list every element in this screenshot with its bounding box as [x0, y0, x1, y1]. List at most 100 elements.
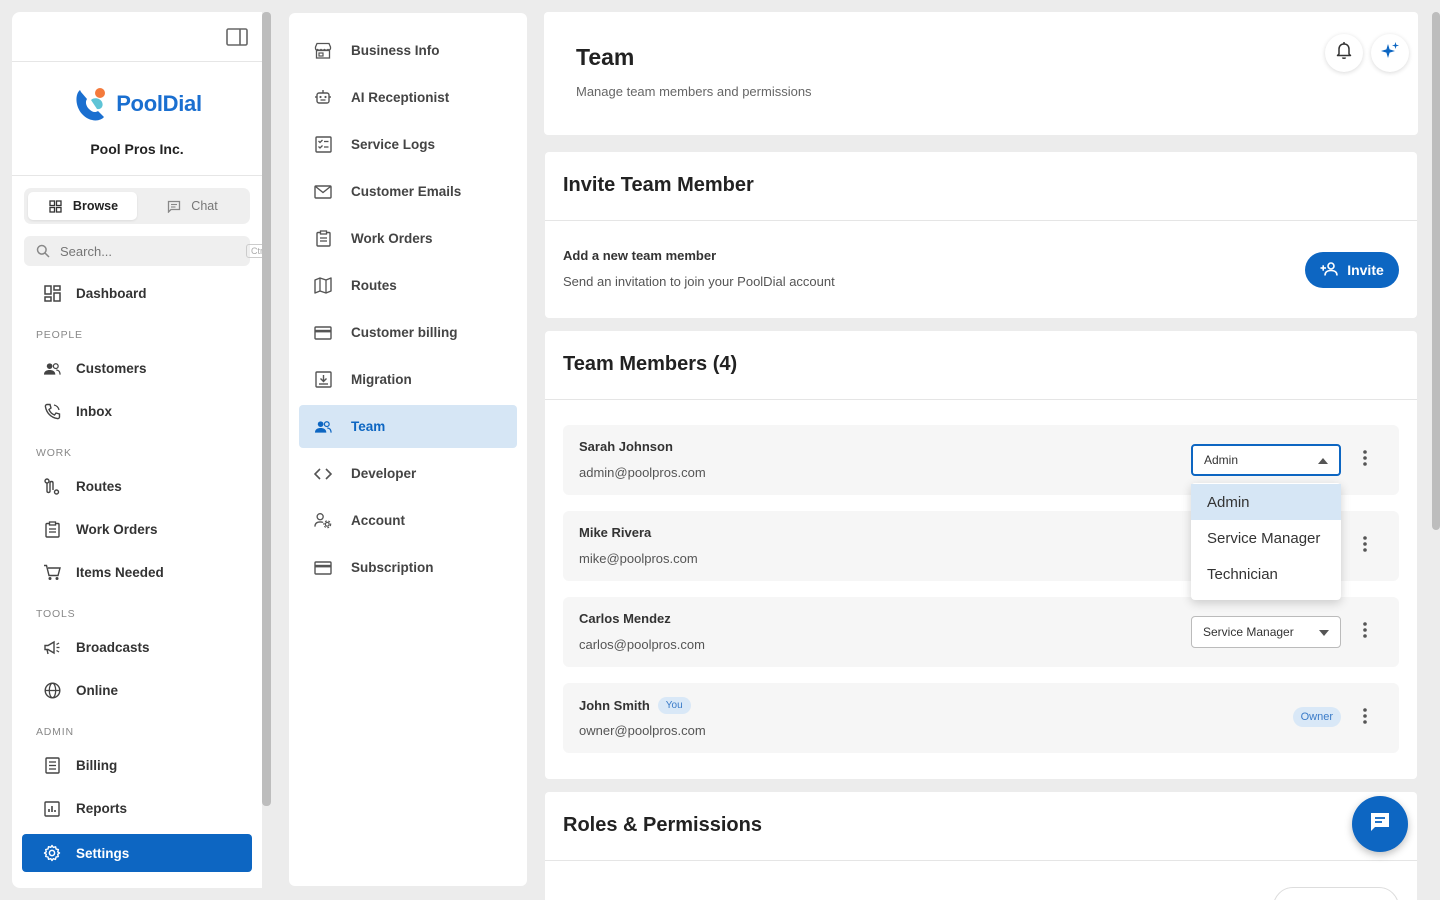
- settings-item-label: Migration: [351, 372, 412, 387]
- search-bar: Ctrl+K: [24, 236, 262, 266]
- settings-item-label: Account: [351, 513, 405, 528]
- more-options-button[interactable]: [1355, 707, 1375, 729]
- sidebar-item-customers[interactable]: Customers: [12, 347, 262, 390]
- invite-card: Invite Team Member Add a new team member…: [545, 152, 1417, 318]
- role-option-admin[interactable]: Admin: [1191, 484, 1341, 520]
- ai-assistant-button[interactable]: [1371, 34, 1409, 72]
- kebab-icon: [1363, 707, 1367, 729]
- notifications-button[interactable]: [1325, 34, 1363, 72]
- megaphone-icon: [43, 639, 61, 657]
- settings-item-team[interactable]: Team: [299, 405, 517, 448]
- settings-nav: Business Info AI Receptionist Service Lo…: [289, 13, 527, 886]
- chat-fab-button[interactable]: [1352, 796, 1408, 852]
- kebab-icon: [1363, 449, 1367, 471]
- route-icon: [43, 478, 61, 496]
- you-badge: You: [657, 697, 691, 714]
- code-icon: [314, 465, 332, 483]
- settings-item-label: Service Logs: [351, 137, 436, 152]
- chat-tab[interactable]: Chat: [137, 192, 246, 220]
- pooldial-logo-icon: [76, 88, 106, 121]
- sidebar-item-inbox[interactable]: Inbox: [12, 390, 262, 433]
- settings-item-migration[interactable]: Migration: [299, 356, 517, 403]
- role-option-service-manager[interactable]: Service Manager: [1191, 520, 1341, 556]
- settings-item-label: Team: [351, 419, 386, 434]
- sidebar-item-work-orders[interactable]: Work Orders: [12, 508, 262, 551]
- settings-item-customer-billing[interactable]: Customer billing: [299, 309, 517, 356]
- invite-title: Invite Team Member: [563, 174, 754, 196]
- roles-title: Roles & Permissions: [563, 814, 762, 836]
- user-gear-icon: [314, 512, 332, 530]
- logo: PoolDial: [72, 84, 202, 124]
- settings-item-label: Customer billing: [351, 325, 458, 340]
- sidebar-item-billing[interactable]: Billing: [12, 744, 262, 787]
- main-scrollbar[interactable]: [1432, 12, 1440, 530]
- role-select[interactable]: Admin: [1191, 444, 1341, 476]
- settings-item-business-info[interactable]: Business Info: [299, 27, 517, 74]
- brand: PoolDial Pool Pros Inc.: [12, 62, 262, 176]
- credit-card-icon: [314, 559, 332, 577]
- settings-item-label: Customer Emails: [351, 184, 462, 199]
- sidebar-item-label: Items Needed: [76, 565, 164, 580]
- sidebar-item-label: Online: [76, 683, 119, 698]
- settings-item-customer-emails[interactable]: Customer Emails: [299, 168, 517, 215]
- member-email: mike@poolpros.com: [579, 551, 698, 566]
- receipt-icon: [43, 757, 61, 775]
- add-user-icon: [1320, 261, 1339, 279]
- settings-item-developer[interactable]: Developer: [299, 450, 517, 497]
- people-icon: [43, 360, 61, 378]
- sidebar-item-label: Reports: [76, 801, 128, 816]
- sidebar-item-routes[interactable]: Routes: [12, 465, 262, 508]
- settings-item-work-orders[interactable]: Work Orders: [299, 215, 517, 262]
- member-name-text: Mike Rivera: [579, 525, 652, 540]
- sidebar-item-label: Settings: [76, 845, 130, 861]
- member-name: Carlos Mendez: [579, 611, 671, 626]
- section-tools: TOOLS: [36, 608, 76, 620]
- sidebar-item-settings[interactable]: Settings: [22, 834, 252, 872]
- sidebar-item-label: Routes: [76, 479, 122, 494]
- download-box-icon: [314, 371, 332, 389]
- sidebar-item-broadcasts[interactable]: Broadcasts: [12, 626, 262, 669]
- sidebar-item-online[interactable]: Online: [12, 669, 262, 712]
- logo-text: PoolDial: [116, 91, 202, 116]
- settings-item-service-logs[interactable]: Service Logs: [299, 121, 517, 168]
- sidebar-item-dashboard[interactable]: Dashboard: [12, 272, 262, 315]
- invite-button[interactable]: Invite: [1305, 252, 1399, 288]
- message-icon: [1369, 811, 1391, 838]
- sidebar-item-items-needed[interactable]: Items Needed: [12, 551, 262, 594]
- checklist-icon: [314, 136, 332, 154]
- sidebar-scrollbar[interactable]: [262, 12, 271, 806]
- search-input[interactable]: [60, 243, 236, 259]
- browse-tab[interactable]: Browse: [28, 192, 137, 220]
- member-row: John Smith You owner@poolpros.com Owner: [563, 683, 1399, 753]
- settings-item-account[interactable]: Account: [299, 497, 517, 544]
- sidebar-item-label: Billing: [76, 758, 118, 773]
- settings-item-ai-receptionist[interactable]: AI Receptionist: [299, 74, 517, 121]
- section-people: PEOPLE: [36, 329, 83, 341]
- dashboard-icon: [43, 285, 61, 303]
- more-options-button[interactable]: [1355, 621, 1375, 642]
- settings-item-subscription[interactable]: Subscription: [299, 544, 517, 591]
- store-icon: [314, 42, 332, 60]
- member-name-text: Carlos Mendez: [579, 611, 671, 626]
- role-option-technician[interactable]: Technician: [1191, 556, 1341, 592]
- phone-icon: [43, 403, 61, 421]
- member-name: John Smith You: [579, 697, 691, 714]
- role-select[interactable]: Service Manager: [1191, 616, 1341, 648]
- map-icon: [314, 277, 332, 295]
- sidebar-item-reports[interactable]: Reports: [12, 787, 262, 830]
- clipboard-icon: [314, 230, 332, 248]
- settings-item-routes[interactable]: Routes: [299, 262, 517, 309]
- globe-icon: [43, 682, 61, 700]
- sidebar-item-label: Broadcasts: [76, 640, 150, 655]
- sidebar-toggle-icon[interactable]: [226, 28, 248, 46]
- sidebar: PoolDial Pool Pros Inc. Browse Chat Ctrl…: [12, 12, 262, 888]
- sidebar-item-label: Dashboard: [76, 286, 147, 301]
- more-options-button[interactable]: [1355, 535, 1375, 556]
- member-name-text: Sarah Johnson: [579, 439, 673, 454]
- roles-action-button[interactable]: [1273, 887, 1399, 900]
- more-options-button[interactable]: [1355, 449, 1375, 471]
- team-members-title: Team Members (4): [563, 353, 738, 375]
- chat-label: Chat: [191, 199, 218, 213]
- chat-bubble-icon: [165, 197, 183, 215]
- grid-icon: [47, 197, 65, 215]
